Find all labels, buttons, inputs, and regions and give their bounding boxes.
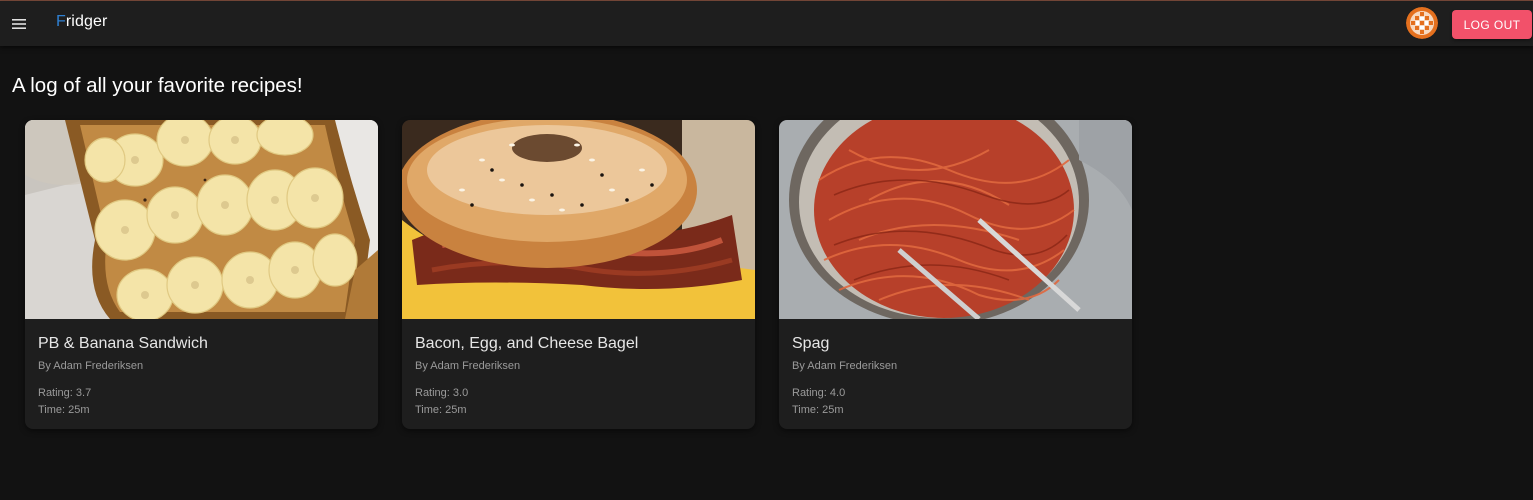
recipe-title: PB & Banana Sandwich — [38, 335, 208, 352]
logout-button[interactable]: LOG OUT — [1452, 10, 1532, 39]
hamburger-menu-icon — [12, 19, 26, 29]
recipe-rating: Rating: 3.0 — [415, 387, 469, 399]
recipe-time: Time: 25m — [792, 404, 844, 416]
recipe-author: By Adam Frederiksen — [415, 360, 521, 372]
spaghetti-pan-image — [779, 120, 1132, 319]
recipe-card[interactable]: Bacon, Egg, and Cheese Bagel By Adam Fre… — [402, 120, 755, 429]
bagel-sandwich-image — [402, 120, 755, 319]
recipe-rating: Rating: 4.0 — [792, 387, 846, 399]
recipe-card[interactable]: Spag By Adam Frederiksen Rating: 4.0 Tim… — [779, 120, 1132, 429]
app-brand[interactable]: Fridger — [56, 13, 107, 31]
recipe-time: Time: 25m — [38, 404, 90, 416]
brand-initial: F — [56, 13, 66, 30]
brand-rest: ridger — [65, 13, 108, 30]
recipe-title: Bacon, Egg, and Cheese Bagel — [415, 335, 639, 352]
hamburger-menu-button[interactable] — [6, 11, 32, 37]
page-title: A log of all your favorite recipes! — [12, 74, 303, 97]
recipe-title: Spag — [792, 335, 830, 352]
app-bar: Fridger LOG OUT — [0, 1, 1533, 46]
user-avatar-icon[interactable] — [1406, 7, 1438, 39]
recipe-rating: Rating: 3.7 — [38, 387, 92, 399]
recipe-card[interactable]: PB & Banana Sandwich By Adam Frederiksen… — [25, 120, 378, 429]
recipe-author: By Adam Frederiksen — [792, 360, 898, 372]
recipe-author: By Adam Frederiksen — [38, 360, 144, 372]
recipe-time: Time: 25m — [415, 404, 467, 416]
pb-banana-toast-image — [25, 120, 378, 319]
